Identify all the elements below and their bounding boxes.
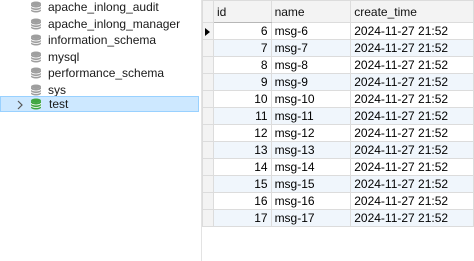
table-row[interactable]: 15 msg-15 2024-11-27 21:52 (202, 175, 474, 193)
tree-item-database[interactable]: performance_schema (0, 65, 199, 81)
cell-name[interactable]: msg-7 (270, 39, 352, 57)
result-grid: id name create_time 6 msg-6 2024-11-27 21:… (202, 0, 474, 261)
column-header-id[interactable]: id (212, 0, 272, 23)
cell-id[interactable]: 14 (212, 158, 272, 176)
row-selector[interactable] (202, 56, 214, 74)
table-row[interactable]: 16 msg-16 2024-11-27 21:52 (202, 192, 474, 210)
cell-create-time[interactable]: 2024-11-27 21:52 (350, 209, 474, 227)
row-selector[interactable] (202, 175, 214, 193)
tree-item-label: performance_schema (48, 66, 165, 80)
row-selector[interactable] (202, 124, 214, 142)
database-tree: apache_inlong_audit apache_inlong_manager… (0, 0, 201, 261)
chevron-right-icon[interactable] (15, 99, 25, 110)
cell-create-time[interactable]: 2024-11-27 21:52 (350, 175, 474, 193)
cell-id[interactable]: 7 (212, 39, 272, 57)
tree-item-label: test (49, 97, 69, 111)
cell-id[interactable]: 8 (212, 56, 272, 74)
tree-item-database[interactable]: information_schema (0, 32, 199, 48)
row-selector[interactable] (202, 73, 214, 91)
cell-create-time[interactable]: 2024-11-27 21:52 (350, 90, 474, 108)
tree-item-label: information_schema (48, 33, 157, 47)
cell-name[interactable]: msg-15 (270, 175, 352, 193)
header-row: id name create_time (202, 0, 474, 23)
table-row[interactable]: 11 msg-11 2024-11-27 21:52 (202, 107, 474, 125)
tree-item-label: apache_inlong_audit (48, 0, 159, 14)
cell-name[interactable]: msg-16 (270, 192, 352, 210)
table-row[interactable]: 6 msg-6 2024-11-27 21:52 (202, 22, 474, 40)
database-icon (30, 98, 42, 110)
table-row[interactable]: 14 msg-14 2024-11-27 21:52 (202, 158, 474, 176)
current-row-arrow-icon (205, 27, 211, 36)
tree-item-label: mysql (48, 49, 80, 64)
cell-create-time[interactable]: 2024-11-27 21:52 (350, 141, 474, 159)
row-selector[interactable] (202, 39, 214, 57)
cell-create-time[interactable]: 2024-11-27 21:52 (350, 22, 474, 40)
cell-name[interactable]: msg-17 (270, 209, 352, 227)
cell-name[interactable]: msg-13 (270, 141, 352, 159)
tree-item-database[interactable]: test (0, 96, 199, 112)
row-selector[interactable] (202, 107, 214, 125)
cell-name[interactable]: msg-14 (270, 158, 352, 176)
cell-id[interactable]: 12 (212, 124, 272, 142)
result-table: id name create_time 6 msg-6 2024-11-27 21:… (202, 0, 474, 227)
database-icon (30, 18, 42, 30)
row-selector[interactable] (202, 141, 214, 159)
row-selector[interactable] (202, 158, 214, 176)
table-row[interactable]: 10 msg-10 2024-11-27 21:52 (202, 90, 474, 108)
database-icon (30, 34, 42, 46)
cell-create-time[interactable]: 2024-11-27 21:52 (350, 124, 474, 142)
cell-create-time[interactable]: 2024-11-27 21:52 (350, 56, 474, 74)
cell-create-time[interactable]: 2024-11-27 21:52 (350, 73, 474, 91)
cell-name[interactable]: msg-6 (270, 22, 352, 40)
tree-item-database[interactable]: apache_inlong_audit (0, 0, 199, 15)
cell-id[interactable]: 9 (212, 73, 272, 91)
database-icon (30, 1, 42, 13)
database-icon (30, 84, 42, 96)
table-row[interactable]: 12 msg-12 2024-11-27 21:52 (202, 124, 474, 142)
cell-create-time[interactable]: 2024-11-27 21:52 (350, 192, 474, 210)
database-icon (30, 67, 42, 79)
cell-name[interactable]: msg-9 (270, 73, 352, 91)
table-row[interactable]: 13 msg-13 2024-11-27 21:52 (202, 141, 474, 159)
table-row[interactable]: 9 msg-9 2024-11-27 21:52 (202, 73, 474, 91)
table-row[interactable]: 17 msg-17 2024-11-27 21:52 (202, 209, 474, 227)
cell-create-time[interactable]: 2024-11-27 21:52 (350, 107, 474, 125)
row-selector[interactable] (202, 90, 214, 108)
cell-id[interactable]: 15 (212, 175, 272, 193)
cell-name[interactable]: msg-12 (270, 124, 352, 142)
tree-item-database[interactable]: apache_inlong_manager (0, 16, 199, 32)
cell-name[interactable]: msg-11 (270, 107, 352, 125)
cell-id[interactable]: 10 (212, 90, 272, 108)
database-icon (30, 51, 42, 63)
tree-item-label: apache_inlong_manager (48, 16, 181, 31)
column-header-create-time[interactable]: create_time (350, 0, 474, 23)
cell-name[interactable]: msg-10 (270, 90, 352, 108)
cell-id[interactable]: 11 (212, 107, 272, 125)
cell-name[interactable]: msg-8 (270, 56, 352, 74)
row-selector[interactable] (202, 22, 214, 40)
row-selector[interactable] (202, 192, 214, 210)
row-selector-header[interactable] (202, 0, 214, 23)
column-header-name[interactable]: name (270, 0, 352, 23)
cell-create-time[interactable]: 2024-11-27 21:52 (350, 158, 474, 176)
cell-id[interactable]: 13 (212, 141, 272, 159)
cell-create-time[interactable]: 2024-11-27 21:52 (350, 39, 474, 57)
cell-id[interactable]: 6 (212, 22, 272, 40)
cell-id[interactable]: 17 (212, 209, 272, 227)
table-row[interactable]: 8 msg-8 2024-11-27 21:52 (202, 56, 474, 74)
row-selector[interactable] (202, 209, 214, 227)
cell-id[interactable]: 16 (212, 192, 272, 210)
table-row[interactable]: 7 msg-7 2024-11-27 21:52 (202, 39, 474, 57)
tree-item-database[interactable]: mysql (0, 49, 199, 65)
